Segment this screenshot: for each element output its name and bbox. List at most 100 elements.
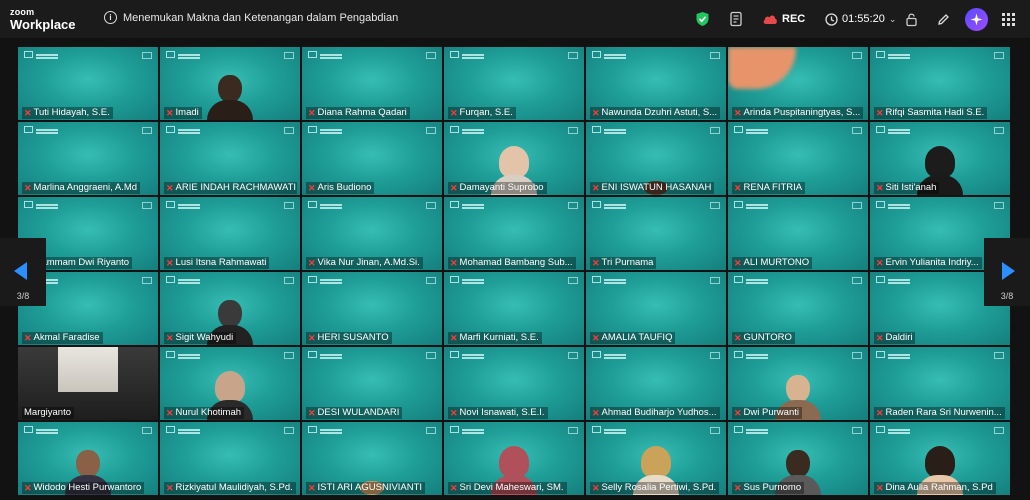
slide-corner-icon: [568, 427, 578, 434]
participant-tile[interactable]: ✕ ISTI ARI AGUSNIVIANTI: [302, 422, 442, 495]
mic-muted-icon: ✕: [592, 333, 600, 343]
participant-tile[interactable]: ✕ Sus Purnomo: [728, 422, 868, 495]
cloud-recording-indicator[interactable]: REC: [762, 9, 805, 29]
mic-muted-icon: ✕: [166, 183, 174, 193]
slide-corner-icon: [852, 52, 862, 59]
participant-tile[interactable]: ✕ Rifqi Sasmita Hadi S.E.: [870, 47, 1010, 120]
participant-tile[interactable]: ✕ Novi Isnawati, S.E.I.: [444, 347, 584, 420]
participant-tile[interactable]: ✕ HERI SUSANTO: [302, 272, 442, 345]
participant-name-label: ✕ Rizkiyatul Maulidiyah, S.Pd.: [164, 482, 296, 494]
slide-corner-icon: [852, 127, 862, 134]
chevron-down-icon[interactable]: ⌄: [889, 14, 897, 25]
participant-tile[interactable]: ✕ Sri Devi Maheswari, SM.: [444, 422, 584, 495]
notes-icon[interactable]: [729, 9, 744, 29]
participant-name-label: ✕ Sigit Wahyudi: [164, 332, 237, 344]
participant-name: Marfi Kurniati, S.E.: [459, 332, 539, 343]
lock-icon[interactable]: [905, 9, 918, 29]
slide-corner-icon: [426, 427, 436, 434]
mic-muted-icon: ✕: [450, 258, 458, 268]
annotate-pencil-icon[interactable]: [936, 9, 951, 29]
mic-muted-icon: ✕: [24, 333, 32, 343]
arrow-left-icon: [14, 262, 27, 280]
slide-header-logo: [734, 426, 768, 433]
ai-companion-button[interactable]: [965, 8, 988, 31]
participant-tile[interactable]: ✕ ALI MURTONO: [728, 197, 868, 270]
slide-corner-icon: [142, 202, 152, 209]
meeting-title[interactable]: i Menemukan Makna dan Ketenangan dalam P…: [104, 11, 398, 24]
slide-header-logo: [734, 351, 768, 358]
participant-tile[interactable]: ✕ Raden Rara Sri Nurwenin...: [870, 347, 1010, 420]
participant-tile[interactable]: ✕ DESI WULANDARI: [302, 347, 442, 420]
participant-name: Dwi Purwanti: [743, 407, 799, 418]
slide-header-logo: [450, 201, 484, 208]
participant-name-label: ✕ ALI MURTONO: [732, 257, 813, 269]
participant-name-label: ✕ Marfi Kurniati, S.E.: [448, 332, 542, 344]
participant-name-label: ✕ Rifqi Sasmita Hadi S.E.: [874, 107, 988, 119]
mic-muted-icon: ✕: [734, 258, 742, 268]
participant-tile[interactable]: ✕ Sigit Wahyudi: [160, 272, 300, 345]
page-indicator-left: 3/8: [16, 291, 30, 301]
info-icon[interactable]: i: [104, 11, 117, 24]
zoom-workplace-logo: zoom Workplace: [10, 8, 76, 32]
participant-name: Daldiri: [885, 332, 913, 343]
mic-muted-icon: ✕: [450, 483, 458, 493]
slide-corner-icon: [284, 277, 294, 284]
participant-tile[interactable]: ✕ ENI ISWATUN HASANAH: [586, 122, 726, 195]
security-shield-icon[interactable]: [695, 9, 710, 29]
slide-corner-icon: [710, 52, 720, 59]
slide-header-logo: [308, 351, 342, 358]
participant-tile[interactable]: ✕ Ahmad Budiharjo Yudhos...: [586, 347, 726, 420]
participant-tile[interactable]: ✕ GUNTORO: [728, 272, 868, 345]
participant-tile[interactable]: ✕ Imadi: [160, 47, 300, 120]
next-page-button[interactable]: 3/8: [984, 238, 1030, 306]
participant-tile[interactable]: ✕ RENA FITRIA: [728, 122, 868, 195]
participant-tile[interactable]: ✕ Aris Budiono: [302, 122, 442, 195]
participant-tile[interactable]: ✕ Rizkiyatul Maulidiyah, S.Pd.: [160, 422, 300, 495]
participant-tile[interactable]: ✕ Marfi Kurniati, S.E.: [444, 272, 584, 345]
participant-name-label: ✕ Dina Aulia Rahman, S.Pd: [874, 482, 996, 494]
participant-name-label: ✕ RENA FITRIA: [732, 182, 806, 194]
participant-name-label: ✕ Marlina Anggraeni, A.Md: [22, 182, 141, 194]
slide-corner-icon: [142, 52, 152, 59]
participant-tile[interactable]: ✕ Siti Isti'anah: [870, 122, 1010, 195]
participant-tile[interactable]: ✕ Nurul Khotimah: [160, 347, 300, 420]
participant-tile[interactable]: ✕ Nawunda Dzuhri Astuti, S...: [586, 47, 726, 120]
participant-name: ...ammam Dwi Riyanto: [33, 257, 130, 268]
mic-muted-icon: ✕: [450, 408, 458, 418]
meeting-timer[interactable]: 01:55:20 ⌄: [825, 9, 896, 29]
mic-muted-icon: ✕: [876, 108, 884, 118]
slide-corner-icon: [568, 352, 578, 359]
participant-tile[interactable]: ✕ Lusi Itsna Rahmawati: [160, 197, 300, 270]
mic-muted-icon: ✕: [450, 183, 458, 193]
mic-muted-icon: ✕: [24, 108, 32, 118]
participant-name: AMALIA TAUFIQ: [601, 332, 673, 343]
participant-tile[interactable]: ✕ Marlina Anggraeni, A.Md: [18, 122, 158, 195]
participant-tile[interactable]: ✕ AMALIA TAUFIQ: [586, 272, 726, 345]
participant-name: GUNTORO: [743, 332, 792, 343]
participant-name: Sus Purnomo: [743, 482, 802, 493]
participant-tile[interactable]: ✕ Dwi Purwanti: [728, 347, 868, 420]
participant-tile[interactable]: ✕ Widodo Hesti Purwantoro: [18, 422, 158, 495]
participant-tile[interactable]: ✕ Dina Aulia Rahman, S.Pd: [870, 422, 1010, 495]
participant-name-label: Margiyanto: [22, 407, 74, 419]
participant-tile[interactable]: ✕ Vika Nur Jinan, A.Md.Si.: [302, 197, 442, 270]
mic-muted-icon: ✕: [876, 183, 884, 193]
participant-tile[interactable]: ✕ Diana Rahma Qadari: [302, 47, 442, 120]
participant-tile[interactable]: ✕ Furqan, S.E.: [444, 47, 584, 120]
grid-view-icon[interactable]: [1002, 9, 1015, 29]
participant-gallery: ✕ Tuti Hidayah, S.E. ✕ Imadi ✕ Diana Rahma Qa…: [18, 47, 1013, 500]
participant-tile[interactable]: Margiyanto: [18, 347, 158, 420]
participant-tile[interactable]: ✕ Tuti Hidayah, S.E.: [18, 47, 158, 120]
participant-name: Ervin Yulianita Indriy...: [885, 257, 979, 268]
mic-muted-icon: ✕: [24, 483, 32, 493]
cloud-icon: [763, 15, 777, 24]
previous-page-button[interactable]: 3/8: [0, 238, 46, 306]
participant-name: Widodo Hesti Purwantoro: [33, 482, 142, 493]
participant-tile[interactable]: ✕ Mohamad Bambang Sub...: [444, 197, 584, 270]
participant-tile[interactable]: ✕ Tri Purnama: [586, 197, 726, 270]
participant-tile[interactable]: ✕ Damayanti Suprobo: [444, 122, 584, 195]
participant-tile[interactable]: ✕ Arinda Puspitaningtyas, S...: [728, 47, 868, 120]
participant-tile[interactable]: ✕ Selly Rosalia Pertiwi, S.Pd.: [586, 422, 726, 495]
slide-header-logo: [876, 51, 910, 58]
participant-tile[interactable]: ✕ ARIE INDAH RACHMAWATI: [160, 122, 300, 195]
